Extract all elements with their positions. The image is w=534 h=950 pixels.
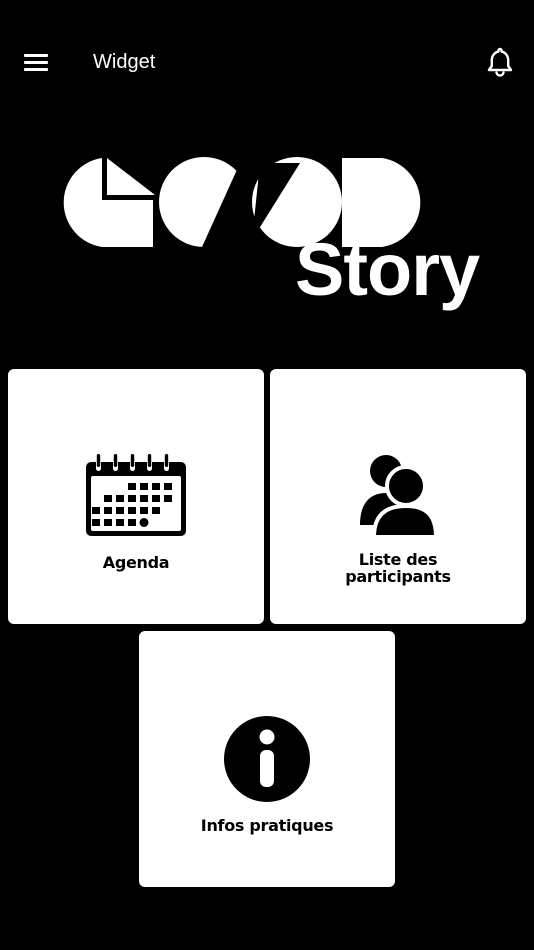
page-title: Widget — [93, 51, 156, 73]
participants-tile[interactable]: Liste des participants — [270, 369, 526, 624]
agenda-label: Agenda — [102, 553, 170, 572]
top-bar: Widget — [0, 0, 534, 125]
menu-line — [24, 61, 48, 64]
infos-tile[interactable]: Infos pratiques — [139, 631, 395, 887]
participants-label: Liste des participants — [270, 551, 526, 585]
participants-label-line2: participants — [345, 567, 451, 586]
bell-icon[interactable] — [482, 44, 518, 80]
logo-story-text: Story — [295, 228, 480, 311]
hamburger-menu-icon[interactable] — [20, 48, 52, 76]
participants-icon — [358, 453, 439, 539]
agenda-tile[interactable]: Agenda — [8, 369, 264, 624]
menu-line — [24, 54, 48, 57]
participants-label-line1: Liste des — [358, 550, 438, 569]
infos-label: Infos pratiques — [200, 816, 334, 835]
app-screen: Widget Story Agenda Liste des participan… — [0, 0, 534, 950]
menu-line — [24, 68, 48, 71]
info-icon — [223, 715, 311, 803]
calendar-icon — [82, 454, 190, 540]
